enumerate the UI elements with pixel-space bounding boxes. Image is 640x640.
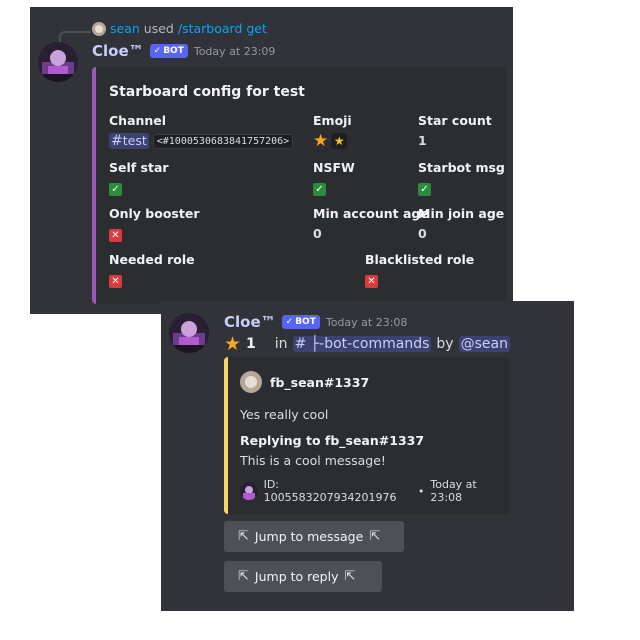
external-link-icon: ⇱ bbox=[344, 569, 356, 584]
embed-title: Starboard config for test bbox=[109, 84, 305, 100]
bot-tag: ✓ BOT bbox=[149, 44, 188, 58]
reply-user[interactable]: sean bbox=[110, 21, 140, 36]
bot-tag-label: BOT bbox=[163, 46, 184, 56]
hash-icon: # bbox=[294, 336, 307, 352]
message-header: Cloe™ ✓ BOT Today at 23:08 bbox=[224, 313, 407, 331]
jump-to-reply-label: Jump to reply bbox=[254, 569, 339, 584]
check-icon: ✓ bbox=[153, 46, 162, 56]
message-header: Cloe™ ✓ BOT Today at 23:09 bbox=[92, 42, 275, 60]
field-needed-role-name: Needed role bbox=[109, 252, 195, 267]
author-avatar[interactable] bbox=[240, 371, 262, 393]
check-mark-icon: ✓ bbox=[418, 183, 431, 196]
cross-mark-icon: ✕ bbox=[365, 275, 378, 288]
author-name[interactable]: Cloe™ bbox=[92, 42, 144, 60]
bot-tag: ✓ BOT bbox=[281, 315, 320, 329]
embed-accent-bar bbox=[92, 67, 96, 304]
reply-command[interactable]: /starboard get bbox=[178, 21, 267, 36]
config-embed: Starboard config for test Channel #test … bbox=[92, 67, 506, 304]
field-blacklisted-role-value: ✕ bbox=[365, 272, 378, 288]
star-count: 1 bbox=[246, 336, 256, 352]
external-link-icon: ⇱ bbox=[238, 569, 249, 584]
jump-to-reply-button[interactable]: ⇱ Jump to reply ⇱ bbox=[224, 561, 382, 592]
reply-context[interactable]: sean used /starboard get bbox=[92, 21, 267, 36]
footer-icon bbox=[240, 482, 258, 500]
author-name[interactable]: Cloe™ bbox=[224, 313, 276, 331]
external-link-icon: ⇱ bbox=[238, 529, 249, 544]
embed-content: Yes really cool bbox=[240, 407, 329, 422]
check-icon: ✓ bbox=[285, 317, 294, 327]
reply-action: used bbox=[143, 21, 174, 36]
jump-to-message-label: Jump to message bbox=[254, 529, 364, 544]
cloe-avatar[interactable] bbox=[38, 42, 78, 82]
timestamp: Today at 23:09 bbox=[193, 44, 276, 58]
footer-id: ID: 1005583207934201976 bbox=[263, 478, 397, 504]
field-star-count-value: 1 bbox=[418, 133, 427, 148]
embed-accent-bar bbox=[224, 357, 228, 514]
field-channel-name: Channel bbox=[109, 113, 167, 128]
channel-id-code: <#1000530683841757206> bbox=[152, 133, 294, 149]
field-nsfw-name: NSFW bbox=[313, 160, 355, 175]
field-min-account-age-name: Min account age bbox=[313, 206, 429, 221]
timestamp: Today at 23:08 bbox=[325, 315, 408, 329]
field-blacklisted-role-name: Blacklisted role bbox=[365, 252, 475, 267]
jump-to-message-button[interactable]: ⇱ Jump to message ⇱ bbox=[224, 521, 404, 552]
external-link-icon: ⇱ bbox=[369, 529, 381, 544]
cross-mark-icon: ✕ bbox=[109, 229, 122, 242]
user-mention[interactable]: @sean bbox=[458, 336, 510, 352]
star-icon: ★ bbox=[224, 333, 242, 355]
starboard-line: ★ 1 in # ├-bot-commands by @sean bbox=[224, 333, 510, 355]
channel-mention[interactable]: #test bbox=[109, 133, 149, 149]
field-emoji-value: ★ ★ bbox=[313, 131, 348, 151]
footer-separator: • bbox=[417, 484, 425, 498]
embed-author: fb_sean#1337 bbox=[240, 371, 369, 393]
field-only-booster-name: Only booster bbox=[109, 206, 200, 221]
embed-footer: ID: 1005583207934201976 • Today at 23:08 bbox=[240, 478, 510, 504]
reply-heading: Replying to fb_sean#1337 bbox=[240, 433, 425, 448]
field-min-join-age-name: Min join age bbox=[418, 206, 505, 221]
sean-mini-avatar bbox=[92, 21, 106, 36]
in-word: in bbox=[274, 336, 288, 352]
field-self-star-value: ✓ bbox=[109, 180, 122, 196]
check-mark-icon: ✓ bbox=[313, 183, 326, 196]
field-self-star-name: Self star bbox=[109, 160, 169, 175]
footer-time: Today at 23:08 bbox=[430, 478, 477, 504]
star-icon-small: ★ bbox=[331, 133, 348, 149]
embed-author-name[interactable]: fb_sean#1337 bbox=[270, 375, 369, 390]
star-icon: ★ bbox=[313, 131, 329, 151]
check-mark-icon: ✓ bbox=[109, 183, 122, 196]
field-needed-role-value: ✕ bbox=[109, 272, 122, 288]
field-starbot-msg-value: ✓ bbox=[418, 180, 431, 196]
field-channel-value: #test <#1000530683841757206> bbox=[109, 133, 294, 149]
cloe-avatar[interactable] bbox=[169, 313, 209, 353]
field-emoji-name: Emoji bbox=[313, 113, 352, 128]
field-starbot-msg-name: Starbot msg bbox=[418, 160, 505, 175]
cross-mark-icon: ✕ bbox=[109, 275, 122, 288]
field-star-count-name: Star count bbox=[418, 113, 492, 128]
by-word: by bbox=[436, 336, 454, 352]
field-min-join-age-value: 0 bbox=[418, 226, 427, 241]
field-only-booster-value: ✕ bbox=[109, 226, 122, 242]
starred-message-embed: fb_sean#1337 Yes really cool Replying to… bbox=[224, 357, 510, 514]
hash-icon: # bbox=[111, 133, 123, 149]
reply-content: This is a cool message! bbox=[240, 453, 386, 468]
field-min-account-age-value: 0 bbox=[313, 226, 322, 241]
channel-mention[interactable]: # ├-bot-commands bbox=[292, 336, 432, 352]
bot-tag-label: BOT bbox=[295, 317, 316, 327]
starboard-get-message-panel: sean used /starboard get Cloe™ ✓ BOT Tod… bbox=[30, 7, 513, 314]
starboard-post-panel: Cloe™ ✓ BOT Today at 23:08 ★ 1 in # ├-bo… bbox=[161, 301, 574, 611]
field-nsfw-value: ✓ bbox=[313, 180, 326, 196]
